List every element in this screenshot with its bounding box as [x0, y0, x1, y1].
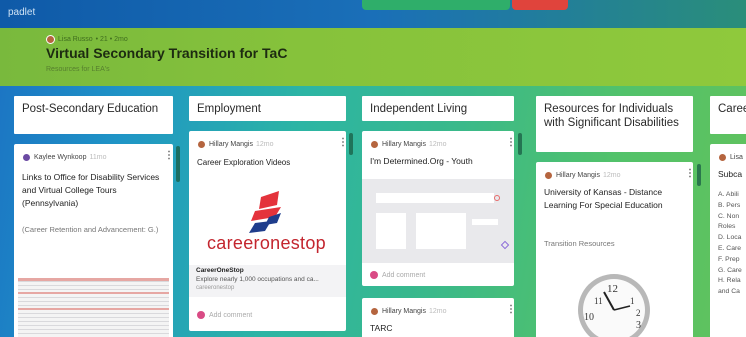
add-comment-label: Add comment	[382, 271, 426, 279]
post-time: 12mo	[602, 172, 621, 179]
more-options-icon[interactable]: ⋮	[338, 137, 346, 148]
comment-avatar-icon	[197, 311, 205, 319]
add-comment-button[interactable]: Add comment	[370, 271, 425, 279]
comment-avatar-icon	[370, 271, 378, 279]
avatar	[46, 35, 55, 44]
link-domain: careeronestop	[196, 285, 235, 291]
top-bar: padlet	[0, 0, 746, 28]
post-card[interactable]: Hillary Mangis 12mo ⋮ University of Kans…	[536, 162, 693, 337]
author-name: Hillary Mangis	[209, 141, 253, 148]
more-options-icon[interactable]: ⋮	[685, 168, 693, 179]
card-author: Hillary Mangis 12mo	[544, 171, 620, 180]
card-author: Lisa	[718, 153, 743, 162]
link-title: CareerOneStop	[196, 267, 244, 274]
column-scrollbar[interactable]	[349, 133, 353, 155]
author-name: Hillary Mangis	[382, 308, 426, 315]
avatar	[197, 140, 206, 149]
list-item: and Ca	[718, 288, 740, 296]
card-title[interactable]: Career Exploration Videos	[197, 156, 290, 169]
author-name: Hillary Mangis	[382, 141, 426, 148]
page-subtitle: Resources for LEA's	[46, 66, 110, 73]
author-name: Lisa	[730, 154, 743, 161]
post-time: 12mo	[428, 308, 447, 315]
card-title[interactable]: Subca	[718, 168, 742, 181]
document-preview-image[interactable]	[18, 278, 169, 337]
card-title[interactable]: University of Kansas - Distance Learning…	[544, 186, 690, 212]
list-item: E. Care	[718, 244, 742, 252]
padlet-author: Lisa Russo • 21 • 2mo	[46, 35, 128, 44]
avatar	[718, 153, 727, 162]
top-share-button[interactable]	[512, 0, 568, 10]
card-title[interactable]: I'm Determined.Org - Youth	[370, 155, 473, 168]
more-options-icon[interactable]: ⋮	[506, 304, 514, 315]
card-body: (Career Retention and Advancement: G.)	[22, 225, 159, 234]
post-card[interactable]: Hillary Mangis 12mo ⋮ TARC	[362, 298, 514, 337]
post-card[interactable]: Lisa Subca A. Abili B. Pers C. Non Roles…	[710, 144, 746, 337]
column-header-career-prep[interactable]: Caree Prepa	[710, 96, 746, 134]
more-options-icon[interactable]: ⋮	[506, 137, 514, 148]
svg-text:3: 3	[636, 320, 641, 331]
svg-text:2: 2	[636, 308, 641, 318]
card-body: Transition Resources	[544, 239, 615, 248]
top-action-button[interactable]	[362, 0, 510, 10]
avatar	[370, 307, 379, 316]
card-author: Hillary Mangis 12mo	[370, 140, 446, 149]
careeronestop-logo[interactable]: careeronestop	[189, 183, 346, 265]
svg-text:11: 11	[594, 296, 603, 306]
add-comment-label: Add comment	[209, 311, 253, 319]
column-header-post-secondary[interactable]: Post-Secondary Education	[14, 96, 173, 134]
list-item: Roles	[718, 223, 736, 231]
padlet-header: Lisa Russo • 21 • 2mo Virtual Secondary …	[0, 28, 746, 86]
list-item: A. Abili	[718, 191, 739, 198]
list-item: D. Loca	[718, 234, 742, 242]
page-title: Virtual Secondary Transition for TaC	[46, 45, 288, 61]
diamond-shape-icon	[500, 240, 510, 250]
app-brand[interactable]: padlet	[8, 7, 35, 18]
list-item: G. Care	[718, 266, 742, 274]
author-name: Hillary Mangis	[556, 172, 600, 179]
column-scrollbar[interactable]	[697, 164, 701, 186]
list-item: C. Non	[718, 212, 740, 220]
card-author: Kaylee Wynkoop 11mo	[22, 153, 106, 162]
more-options-icon[interactable]: ⋮	[164, 150, 173, 161]
author-meta: • 21 • 2mo	[95, 36, 128, 43]
list-item: F. Prep	[718, 255, 740, 263]
link-description: Explore nearly 1,000 occupations and ca.…	[196, 276, 319, 283]
column-header-employment[interactable]: Employment	[189, 96, 346, 121]
post-card[interactable]: Kaylee Wynkoop 11mo ⋮ Links to Office fo…	[14, 144, 173, 337]
card-author: Hillary Mangis 12mo	[197, 140, 273, 149]
card-author: Hillary Mangis 12mo	[370, 307, 446, 316]
circle-shape-icon	[494, 195, 500, 201]
post-card[interactable]: Hillary Mangis 12mo ⋮ Career Exploration…	[189, 131, 346, 331]
svg-text:12: 12	[607, 283, 618, 295]
careeronestop-wordmark: careeronestop	[207, 233, 326, 253]
add-comment-button[interactable]: Add comment	[197, 311, 252, 319]
avatar	[544, 171, 553, 180]
author-name: Kaylee Wynkoop	[34, 154, 87, 161]
post-card[interactable]: Hillary Mangis 12mo ⋮ I'm Determined.Org…	[362, 131, 514, 286]
column-header-significant-disabilities[interactable]: Resources for Individuals with Significa…	[536, 96, 693, 152]
list-item: H. Rela	[718, 277, 741, 285]
column-header-independent-living[interactable]: Independent Living	[362, 96, 514, 121]
post-time: 12mo	[428, 141, 447, 148]
subcategory-list: A. Abili B. Pers C. Non Roles D. Loca E.…	[718, 190, 742, 298]
clock-icon[interactable]: 12 10 3 11 1 2	[558, 260, 670, 337]
column-scrollbar[interactable]	[518, 133, 522, 155]
avatar	[22, 153, 31, 162]
column-scrollbar[interactable]	[176, 146, 180, 182]
post-time: 12mo	[255, 141, 274, 148]
website-preview-image[interactable]	[362, 179, 514, 263]
svg-text:1: 1	[630, 296, 635, 306]
card-title[interactable]: Links to Office for Disability Services …	[22, 171, 168, 210]
post-time: 11mo	[89, 154, 107, 161]
avatar	[370, 140, 379, 149]
author-name: Lisa Russo	[58, 36, 93, 43]
list-item: B. Pers	[718, 201, 741, 209]
svg-text:10: 10	[584, 312, 594, 323]
link-preview[interactable]: CareerOneStop Explore nearly 1,000 occup…	[189, 265, 346, 297]
card-title[interactable]: TARC	[370, 322, 393, 335]
